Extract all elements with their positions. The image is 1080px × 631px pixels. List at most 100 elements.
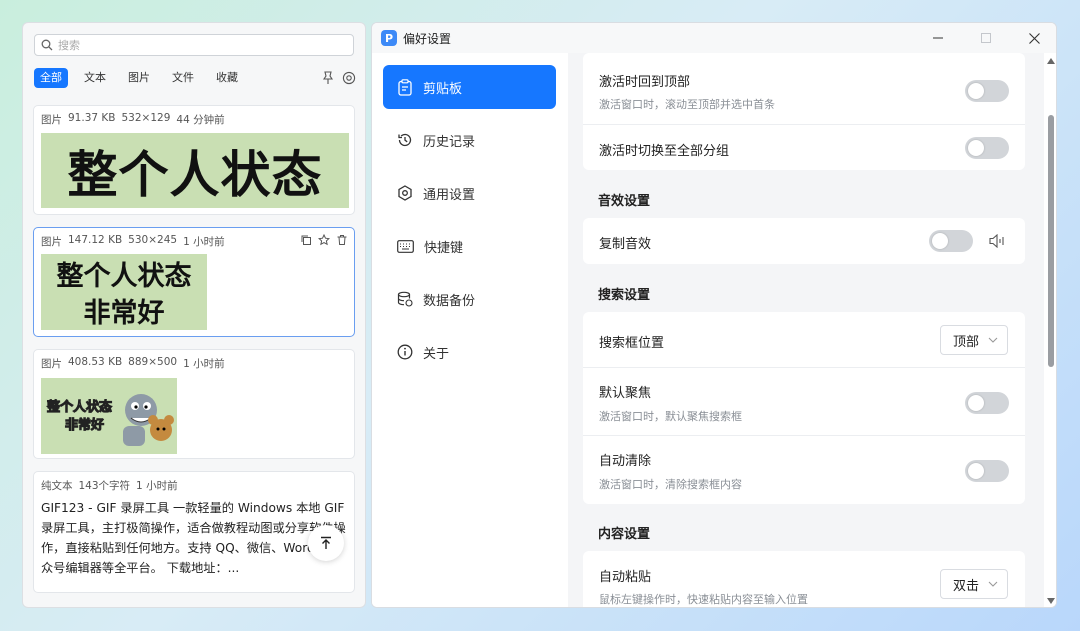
content-scrollbar[interactable] bbox=[1044, 53, 1056, 607]
setting-desc: 激活窗口时，清除搜索框内容 bbox=[599, 478, 742, 491]
item-dims: 532×129 bbox=[121, 112, 171, 124]
clip-item-selected[interactable]: 图片 147.12 KB 530×245 1 小时前 整个人状态 非常好 bbox=[33, 227, 355, 337]
item-type: 图片 bbox=[41, 114, 62, 126]
settings-card-clipboard: 激活时回到顶部 激活窗口时，滚动至顶部并选中首条 激活时切换至全部分组 bbox=[583, 53, 1025, 170]
item-time: 1 小时前 bbox=[183, 358, 225, 370]
clipboard-icon bbox=[398, 78, 412, 96]
close-icon bbox=[1028, 32, 1040, 44]
nav-label: 历史记录 bbox=[423, 134, 476, 150]
trash-icon[interactable] bbox=[336, 234, 348, 246]
settings-card-sound: 复制音效 bbox=[583, 218, 1025, 264]
title-bar: P 偏好设置 bbox=[372, 23, 1056, 53]
toggle-default-focus[interactable] bbox=[965, 392, 1009, 414]
settings-content: 激活时回到顶部 激活窗口时，滚动至顶部并选中首条 激活时切换至全部分组 音效设置… bbox=[568, 53, 1056, 607]
star-icon[interactable] bbox=[318, 234, 330, 246]
scroll-thumb[interactable] bbox=[1048, 115, 1054, 367]
nav-item-clipboard[interactable]: 剪贴板 bbox=[383, 65, 556, 109]
setting-title: 激活时切换至全部分组 bbox=[599, 144, 730, 159]
setting-row-search-position: 搜索框位置 顶部 bbox=[583, 312, 1025, 368]
image-thumbnail: 整个人状态 非常好 bbox=[41, 254, 207, 330]
select-auto-paste[interactable]: 双击 bbox=[940, 569, 1008, 599]
item-dims: 530×245 bbox=[128, 234, 178, 246]
item-dims: 889×500 bbox=[128, 356, 178, 368]
nav-item-backup[interactable]: 数据备份 bbox=[383, 277, 556, 321]
thumb-text: 非常好 bbox=[83, 298, 165, 329]
maximize-button[interactable] bbox=[962, 23, 1010, 53]
nav-label: 数据备份 bbox=[423, 293, 476, 309]
toggle-activate-top[interactable] bbox=[965, 80, 1009, 102]
setting-desc: 鼠标左键操作时，快速粘贴内容至输入位置 bbox=[599, 593, 808, 606]
nav-item-history[interactable]: 历史记录 bbox=[383, 118, 556, 162]
image-thumbnail: 整个人状态 非常好 bbox=[41, 378, 177, 454]
section-title-content: 内容设置 bbox=[598, 527, 651, 542]
close-button[interactable] bbox=[1010, 23, 1056, 53]
copy-icon[interactable] bbox=[300, 234, 312, 246]
nav-label: 关于 bbox=[423, 346, 450, 362]
item-meta: 图片 147.12 KB 530×245 1 小时前 bbox=[41, 234, 225, 249]
setting-row-default-focus: 默认聚焦 激活窗口时，默认聚焦搜索框 bbox=[583, 368, 1025, 436]
tab-favorite[interactable]: 收藏 bbox=[210, 68, 244, 88]
settings-sidebar: 剪贴板 历史记录 通用设置 快捷键 数据备份 关于 bbox=[372, 53, 568, 607]
select-search-position[interactable]: 顶部 bbox=[940, 325, 1008, 355]
item-type: 图片 bbox=[41, 236, 62, 248]
chevron-down-icon bbox=[988, 581, 998, 587]
setting-row-auto-paste: 自动粘贴 鼠标左键操作时，快速粘贴内容至输入位置 双击 bbox=[583, 551, 1025, 607]
text-content: GIF123 - GIF 录屏工具 一款轻量的 Windows 本地 GIF 录… bbox=[41, 501, 346, 575]
preferences-window: P 偏好设置 剪贴板 历史记录 通用设置 快捷键 数据备份 关于 激活时回到顶部… bbox=[371, 22, 1057, 608]
cartoon-cat-mouse-icon bbox=[123, 394, 174, 446]
setting-row-copy-sound: 复制音效 bbox=[583, 218, 1025, 264]
item-size: 143个字符 bbox=[78, 480, 131, 492]
setting-desc: 激活窗口时，默认聚焦搜索框 bbox=[599, 410, 742, 423]
toggle-copy-sound[interactable] bbox=[929, 230, 973, 252]
search-box[interactable] bbox=[34, 34, 354, 56]
thumb-text: 整个人状态 bbox=[46, 400, 113, 416]
pin-icon[interactable] bbox=[322, 71, 334, 85]
nav-item-shortcuts[interactable]: 快捷键 bbox=[383, 224, 556, 268]
toggle-activate-switch[interactable] bbox=[965, 137, 1009, 159]
tab-image[interactable]: 图片 bbox=[122, 68, 156, 88]
select-value: 双击 bbox=[953, 578, 980, 594]
item-type: 纯文本 bbox=[41, 480, 73, 492]
nav-label: 快捷键 bbox=[424, 240, 464, 256]
speaker-icon[interactable] bbox=[989, 234, 1007, 248]
item-meta: 纯文本 143个字符 1 小时前 bbox=[41, 478, 178, 493]
item-actions bbox=[300, 234, 348, 246]
scroll-to-top-button[interactable] bbox=[308, 525, 344, 561]
clip-item[interactable]: 图片 408.53 KB 889×500 1 小时前 整个人状态 非常好 bbox=[33, 349, 355, 459]
setting-title: 复制音效 bbox=[599, 237, 652, 252]
nav-item-general[interactable]: 通用设置 bbox=[383, 171, 556, 215]
section-title-sound: 音效设置 bbox=[598, 194, 651, 209]
search-input[interactable] bbox=[58, 38, 338, 52]
setting-title: 默认聚焦 bbox=[599, 386, 652, 401]
minimize-button[interactable] bbox=[914, 23, 962, 53]
nav-item-about[interactable]: 关于 bbox=[383, 330, 556, 374]
settings-card-search: 搜索框位置 顶部 默认聚焦 激活窗口时，默认聚焦搜索框 自动清除 激活窗口时，清… bbox=[583, 312, 1025, 504]
clip-item[interactable]: 图片 91.37 KB 532×129 44 分钟前 整个人状态 bbox=[33, 105, 355, 215]
setting-desc: 激活窗口时，滚动至顶部并选中首条 bbox=[599, 98, 775, 111]
clipboard-panel: 全部 文本 图片 文件 收藏 图片 91.37 KB 532×129 44 分钟… bbox=[22, 22, 366, 608]
item-time: 44 分钟前 bbox=[176, 114, 225, 126]
tab-all[interactable]: 全部 bbox=[34, 68, 68, 88]
info-icon bbox=[397, 344, 413, 360]
scroll-up-icon[interactable] bbox=[1047, 58, 1055, 64]
clip-item[interactable]: 纯文本 143个字符 1 小时前 GIF123 - GIF 录屏工具 一款轻量的… bbox=[33, 471, 355, 593]
item-size: 147.12 KB bbox=[68, 234, 123, 246]
nav-label: 通用设置 bbox=[423, 187, 476, 203]
tab-text[interactable]: 文本 bbox=[78, 68, 112, 88]
gear-icon[interactable] bbox=[342, 71, 356, 85]
setting-row-activate-top: 激活时回到顶部 激活窗口时，滚动至顶部并选中首条 bbox=[583, 53, 1025, 125]
window-controls bbox=[914, 23, 1056, 53]
settings-icon bbox=[398, 185, 412, 201]
scroll-down-icon[interactable] bbox=[1047, 598, 1055, 604]
tab-file[interactable]: 文件 bbox=[166, 68, 200, 88]
nav-label: 剪贴板 bbox=[423, 81, 463, 97]
toggle-auto-clear[interactable] bbox=[965, 460, 1009, 482]
maximize-icon bbox=[981, 33, 991, 43]
setting-title: 自动粘贴 bbox=[599, 570, 652, 585]
setting-row-activate-switch: 激活时切换至全部分组 bbox=[583, 125, 1025, 170]
setting-row-auto-clear: 自动清除 激活窗口时，清除搜索框内容 bbox=[583, 436, 1025, 504]
window-title: 偏好设置 bbox=[403, 31, 452, 46]
search-icon bbox=[41, 39, 53, 51]
item-type: 图片 bbox=[41, 358, 62, 370]
item-time: 1 小时前 bbox=[136, 480, 178, 492]
